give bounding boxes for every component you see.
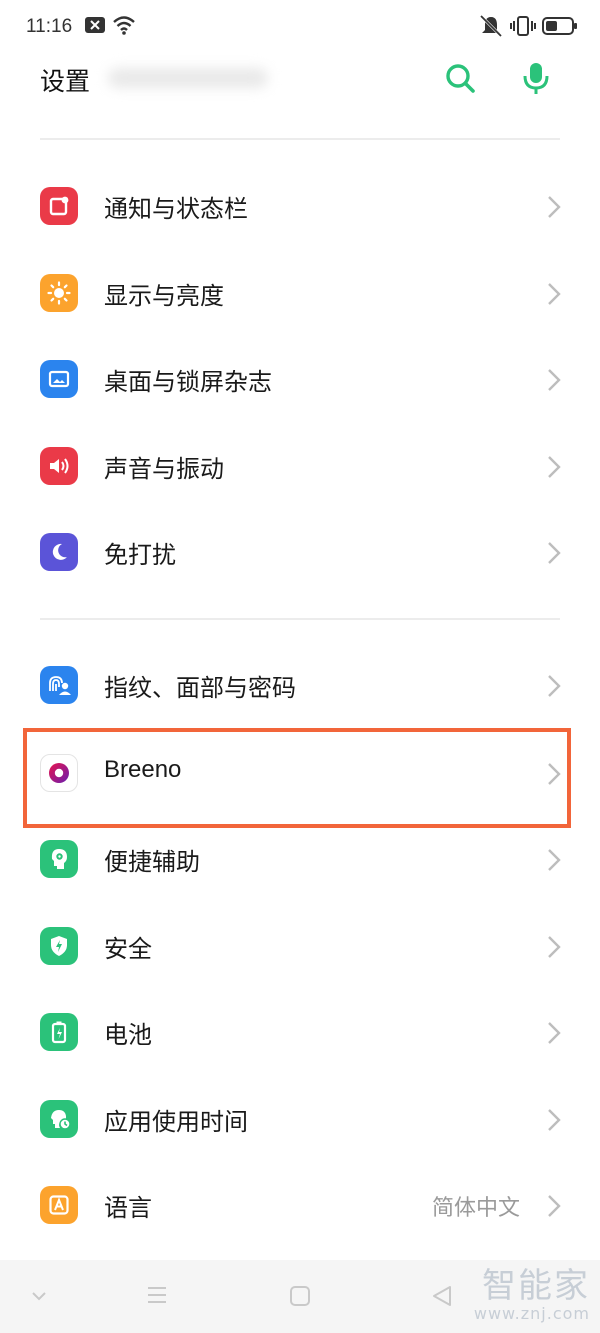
home-icon[interactable]	[289, 1285, 311, 1311]
chevron-right-icon	[546, 540, 562, 566]
chevron-right-icon	[546, 454, 562, 480]
settings-item-label: 声音与振动	[104, 455, 224, 483]
wallpaper-icon	[40, 360, 78, 398]
settings-item-label: 便捷辅助	[104, 848, 200, 876]
settings-item-label: 通知与状态栏	[104, 195, 248, 223]
settings-item-label: 桌面与锁屏杂志	[104, 368, 272, 396]
language-value: 简体中文	[431, 1196, 520, 1221]
assist-icon	[40, 840, 78, 878]
section-divider	[40, 618, 560, 620]
settings-item-sound[interactable]: 声音与振动	[0, 423, 600, 509]
section-divider	[40, 138, 560, 140]
brightness-icon	[40, 274, 78, 312]
menu-icon[interactable]	[146, 1284, 168, 1310]
watermark: 智能家 www.znj.com	[474, 1268, 590, 1323]
settings-item-label: 安全	[104, 935, 152, 963]
settings-item-label: 电池	[104, 1021, 152, 1049]
chevron-right-icon	[546, 847, 562, 873]
moon-icon	[40, 533, 78, 571]
chevron-right-icon	[546, 1107, 562, 1133]
back-icon[interactable]	[430, 1284, 454, 1312]
settings-item-battery[interactable]: 电池	[0, 989, 600, 1075]
settings-item-label: 指纹、面部与密码	[104, 674, 296, 702]
blurred-region	[108, 68, 268, 88]
settings-item-label: 语言	[104, 1194, 152, 1222]
shield-icon	[40, 927, 78, 965]
battery-icon	[40, 1013, 78, 1051]
battery-status-icon	[542, 14, 578, 42]
speaker-icon	[40, 447, 78, 485]
fingerprint-face-icon	[40, 666, 78, 704]
settings-item-fingerprint[interactable]: 指纹、面部与密码	[0, 642, 600, 728]
vibrate-icon	[510, 14, 536, 42]
settings-item-display[interactable]: 显示与亮度	[0, 250, 600, 336]
app-header: 设置	[0, 54, 600, 116]
chevron-right-icon	[546, 934, 562, 960]
notification-close-icon	[84, 14, 106, 40]
settings-item-do-not-disturb[interactable]: 免打扰	[0, 509, 600, 595]
settings-item-wallpaper[interactable]: 桌面与锁屏杂志	[0, 336, 600, 422]
page-title: 设置	[40, 67, 91, 96]
watermark-text: 智能家	[482, 1266, 590, 1306]
settings-item-language[interactable]: 语言 简体中文	[0, 1162, 600, 1248]
chevron-right-icon	[546, 1020, 562, 1046]
chevron-down-icon[interactable]	[30, 1288, 48, 1307]
chevron-right-icon	[546, 194, 562, 220]
wifi-icon	[112, 14, 136, 40]
chevron-right-icon	[546, 367, 562, 393]
silent-icon	[478, 14, 504, 42]
app-usage-icon	[40, 1100, 78, 1138]
watermark-url: www.znj.com	[473, 1304, 590, 1323]
language-icon	[40, 1186, 78, 1224]
settings-item-notifications[interactable]: 通知与状态栏	[0, 163, 600, 249]
microphone-icon[interactable]	[518, 60, 554, 96]
settings-item-label: 免打扰	[104, 541, 176, 569]
settings-item-label: 显示与亮度	[104, 282, 224, 310]
settings-item-convenience[interactable]: 便捷辅助	[0, 816, 600, 902]
search-icon[interactable]	[442, 60, 478, 96]
chevron-right-icon	[546, 1193, 562, 1219]
settings-item-security[interactable]: 安全	[0, 903, 600, 989]
notification-icon	[40, 187, 78, 225]
settings-item-app-usage[interactable]: 应用使用时间	[0, 1076, 600, 1162]
status-time: 11:16	[26, 16, 73, 37]
settings-item-label: 应用使用时间	[104, 1108, 248, 1136]
highlight-box	[23, 728, 571, 828]
chevron-right-icon	[546, 281, 562, 307]
status-bar: 11:16	[0, 0, 600, 54]
chevron-right-icon	[546, 673, 562, 699]
